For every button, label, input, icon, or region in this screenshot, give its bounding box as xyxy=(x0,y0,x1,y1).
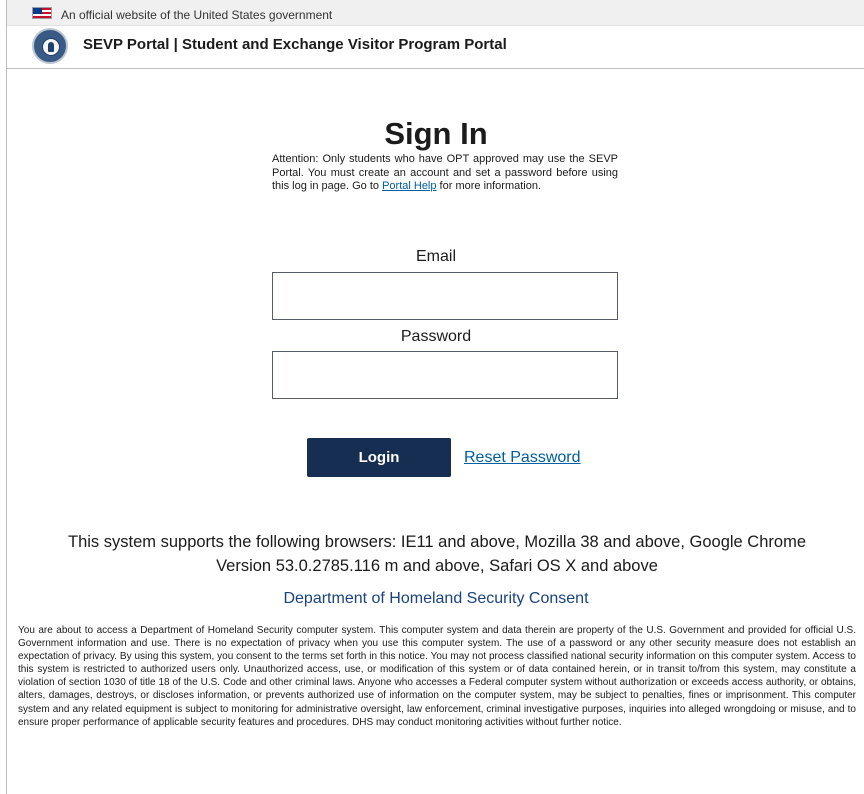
email-label: Email xyxy=(415,248,456,265)
us-flag-icon xyxy=(32,7,52,19)
page-frame: An official website of the United States… xyxy=(6,0,864,794)
attention-text-end: for more information. xyxy=(436,180,542,192)
supported-browsers-text: This system supports the following brows… xyxy=(68,533,806,575)
attention-notice: Attention: Only students who have OPT ap… xyxy=(272,153,618,194)
password-input[interactable] xyxy=(272,351,618,399)
portal-help-link[interactable]: Portal Help xyxy=(382,180,436,192)
consent-heading: Department of Homeland Security Consent xyxy=(283,590,589,607)
email-input[interactable] xyxy=(272,272,618,320)
login-button[interactable]: Login xyxy=(307,438,451,477)
password-label: Password xyxy=(400,328,472,345)
official-website-text: An official website of the United States… xyxy=(61,8,333,22)
official-gov-banner: An official website of the United States… xyxy=(7,0,864,26)
site-header: SEVP Portal | Student and Exchange Visit… xyxy=(7,26,864,69)
dhs-seal-icon xyxy=(32,28,68,64)
site-title[interactable]: SEVP Portal | Student and Exchange Visit… xyxy=(83,36,507,53)
reset-password-link[interactable]: Reset Password xyxy=(464,449,581,467)
consent-body: You are about to access a Department of … xyxy=(18,625,856,728)
sign-in-heading: Sign In xyxy=(384,116,488,151)
